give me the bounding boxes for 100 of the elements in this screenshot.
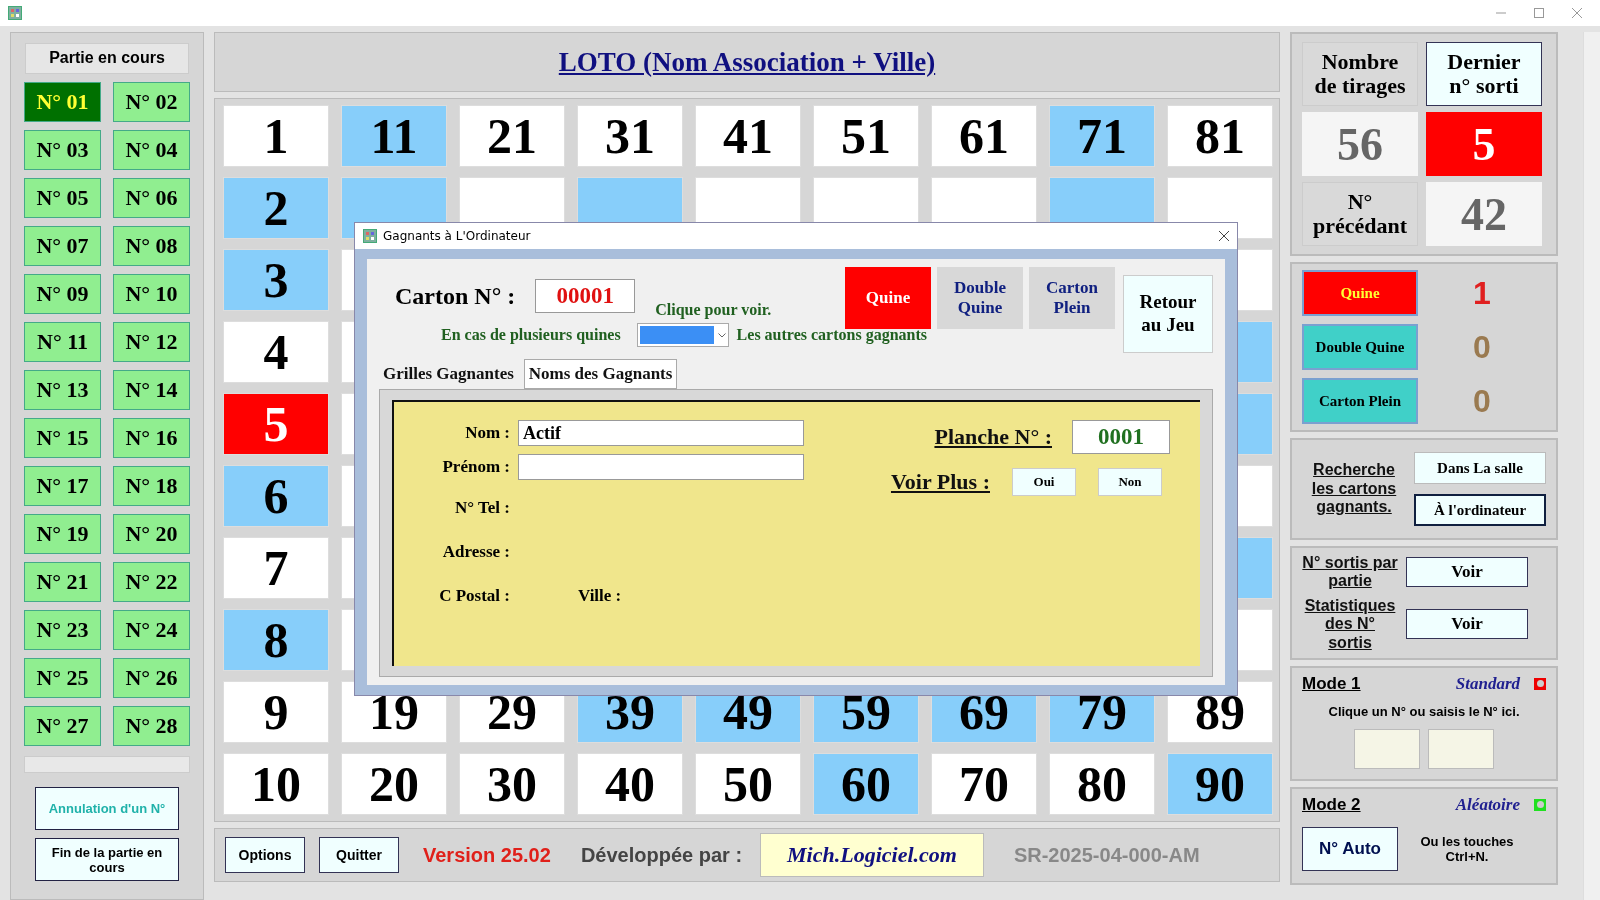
- number-cell[interactable]: 90: [1167, 753, 1273, 815]
- prize-tab[interactable]: Quine: [845, 267, 931, 329]
- game-button[interactable]: N° 10: [113, 273, 190, 314]
- auto-button[interactable]: N° Auto: [1302, 826, 1398, 871]
- number-cell[interactable]: 3: [223, 249, 329, 311]
- more-button[interactable]: Non: [1098, 468, 1162, 496]
- number-cell[interactable]: 61: [931, 105, 1037, 167]
- game-button[interactable]: N° 27: [24, 705, 101, 746]
- game-button[interactable]: N° 04: [113, 129, 190, 170]
- number-cell[interactable]: 41: [695, 105, 801, 167]
- number-cell[interactable]: 81: [1167, 105, 1273, 167]
- search-label: Recherche les cartons gagnants.: [1310, 461, 1398, 517]
- number-cell[interactable]: 70: [931, 753, 1037, 815]
- footer-button[interactable]: Options: [225, 837, 305, 873]
- game-button[interactable]: N° 12: [113, 321, 190, 362]
- mode-hint: Clique un N° ou saisis le N° ici.: [1328, 703, 1520, 719]
- mode-indicator[interactable]: [1534, 677, 1546, 690]
- game-button[interactable]: N° 18: [113, 465, 190, 506]
- number-cell[interactable]: 11: [341, 105, 447, 167]
- prize-button[interactable]: Quine: [1302, 270, 1418, 316]
- mode-name: Standard: [1454, 673, 1520, 694]
- number-cell[interactable]: 8: [223, 609, 329, 671]
- game-button[interactable]: N° 24: [113, 609, 190, 650]
- number-cell[interactable]: 6: [223, 465, 329, 527]
- number-cell[interactable]: 40: [577, 753, 683, 815]
- number-cell[interactable]: 7: [223, 537, 329, 599]
- game-button[interactable]: N° 08: [113, 225, 190, 266]
- number-cell[interactable]: 50: [695, 753, 801, 815]
- others-label: Les autres cartons gagnants: [736, 326, 927, 344]
- game-button[interactable]: N° 17: [24, 465, 101, 506]
- prize-button[interactable]: Double Quine: [1302, 324, 1418, 370]
- maximize-icon[interactable]: [1534, 8, 1544, 18]
- return-button[interactable]: Retour au Jeu: [1123, 275, 1213, 353]
- game-button[interactable]: N° 06: [113, 177, 190, 218]
- prize-count: 0: [1472, 382, 1492, 420]
- caret-icon: [717, 332, 726, 338]
- game-button[interactable]: N° 20: [113, 513, 190, 554]
- game-button[interactable]: N° 14: [113, 369, 190, 410]
- dialog-tab[interactable]: Noms des Gagnants: [523, 359, 678, 389]
- number-input[interactable]: [1428, 728, 1494, 769]
- number-cell[interactable]: 30: [459, 753, 565, 815]
- game-button[interactable]: N° 19: [24, 513, 101, 554]
- game-button[interactable]: N° 05: [24, 177, 101, 218]
- game-button[interactable]: N° 09: [24, 273, 101, 314]
- game-button[interactable]: N° 02: [113, 81, 190, 122]
- close-icon[interactable]: [1219, 231, 1229, 241]
- game-button[interactable]: N° 15: [24, 417, 101, 458]
- number-cell[interactable]: 5: [223, 393, 329, 455]
- carton-number: 00001: [535, 279, 636, 313]
- number-cell[interactable]: 60: [813, 753, 919, 815]
- game-button[interactable]: N° 01: [24, 81, 101, 122]
- search-button[interactable]: Dans La salle: [1414, 452, 1546, 484]
- number-cell[interactable]: 21: [459, 105, 565, 167]
- game-button[interactable]: N° 28: [113, 705, 190, 746]
- field-label: Prénom :: [441, 457, 510, 477]
- view-label: Statistiques des N° sortis: [1303, 596, 1397, 652]
- game-button[interactable]: N° 16: [113, 417, 190, 458]
- winner-dropdown[interactable]: [636, 323, 729, 347]
- game-button[interactable]: N° 25: [24, 657, 101, 698]
- prize-tab[interactable]: Double Quine: [937, 267, 1023, 329]
- field-label: Ville :: [578, 586, 622, 606]
- game-button[interactable]: N° 26: [113, 657, 190, 698]
- version-label: Version 25.02: [423, 843, 551, 867]
- carton-label: Carton N° :: [395, 283, 516, 310]
- developer-link[interactable]: Mich.Logiciel.com: [760, 833, 984, 877]
- number-cell[interactable]: 51: [813, 105, 919, 167]
- dialog-tab[interactable]: Grilles Gagnantes: [379, 359, 518, 389]
- prize-count: 0: [1472, 328, 1492, 366]
- number-cell[interactable]: 31: [577, 105, 683, 167]
- game-button[interactable]: N° 23: [24, 609, 101, 650]
- number-cell[interactable]: 4: [223, 321, 329, 383]
- number-cell[interactable]: 2: [223, 177, 329, 239]
- game-button[interactable]: N° 07: [24, 225, 101, 266]
- prize-button[interactable]: Carton Plein: [1302, 378, 1418, 424]
- number-cell[interactable]: 80: [1049, 753, 1155, 815]
- game-button[interactable]: N° 22: [113, 561, 190, 602]
- view-button[interactable]: Voir: [1406, 609, 1528, 640]
- game-button[interactable]: N° 21: [24, 561, 101, 602]
- text-field[interactable]: Actif: [518, 420, 804, 446]
- prize-tab[interactable]: Carton Plein: [1029, 267, 1115, 329]
- game-button[interactable]: N° 03: [24, 129, 101, 170]
- text-field[interactable]: [518, 454, 804, 480]
- dialog-title: Gagnants à L'Ordinateur: [383, 229, 532, 243]
- game-button[interactable]: N° 13: [24, 369, 101, 410]
- number-cell[interactable]: 20: [341, 753, 447, 815]
- action-button[interactable]: Fin de la partie en cours: [35, 838, 179, 881]
- game-button[interactable]: N° 11: [24, 321, 101, 362]
- number-input[interactable]: [1354, 728, 1420, 769]
- number-cell[interactable]: 71: [1049, 105, 1155, 167]
- previous-number: 42: [1426, 182, 1542, 246]
- view-button[interactable]: Voir: [1406, 557, 1528, 588]
- search-button[interactable]: À l'ordinateur: [1414, 494, 1546, 526]
- number-cell[interactable]: 9: [223, 681, 329, 743]
- number-cell[interactable]: 1: [223, 105, 329, 167]
- field-label: Nom :: [464, 423, 510, 443]
- footer-button[interactable]: Quitter: [319, 837, 399, 873]
- number-cell[interactable]: 10: [223, 753, 329, 815]
- more-button[interactable]: Oui: [1012, 468, 1076, 496]
- app-icon: [363, 229, 377, 243]
- board-label: Planche N° :: [934, 424, 1052, 450]
